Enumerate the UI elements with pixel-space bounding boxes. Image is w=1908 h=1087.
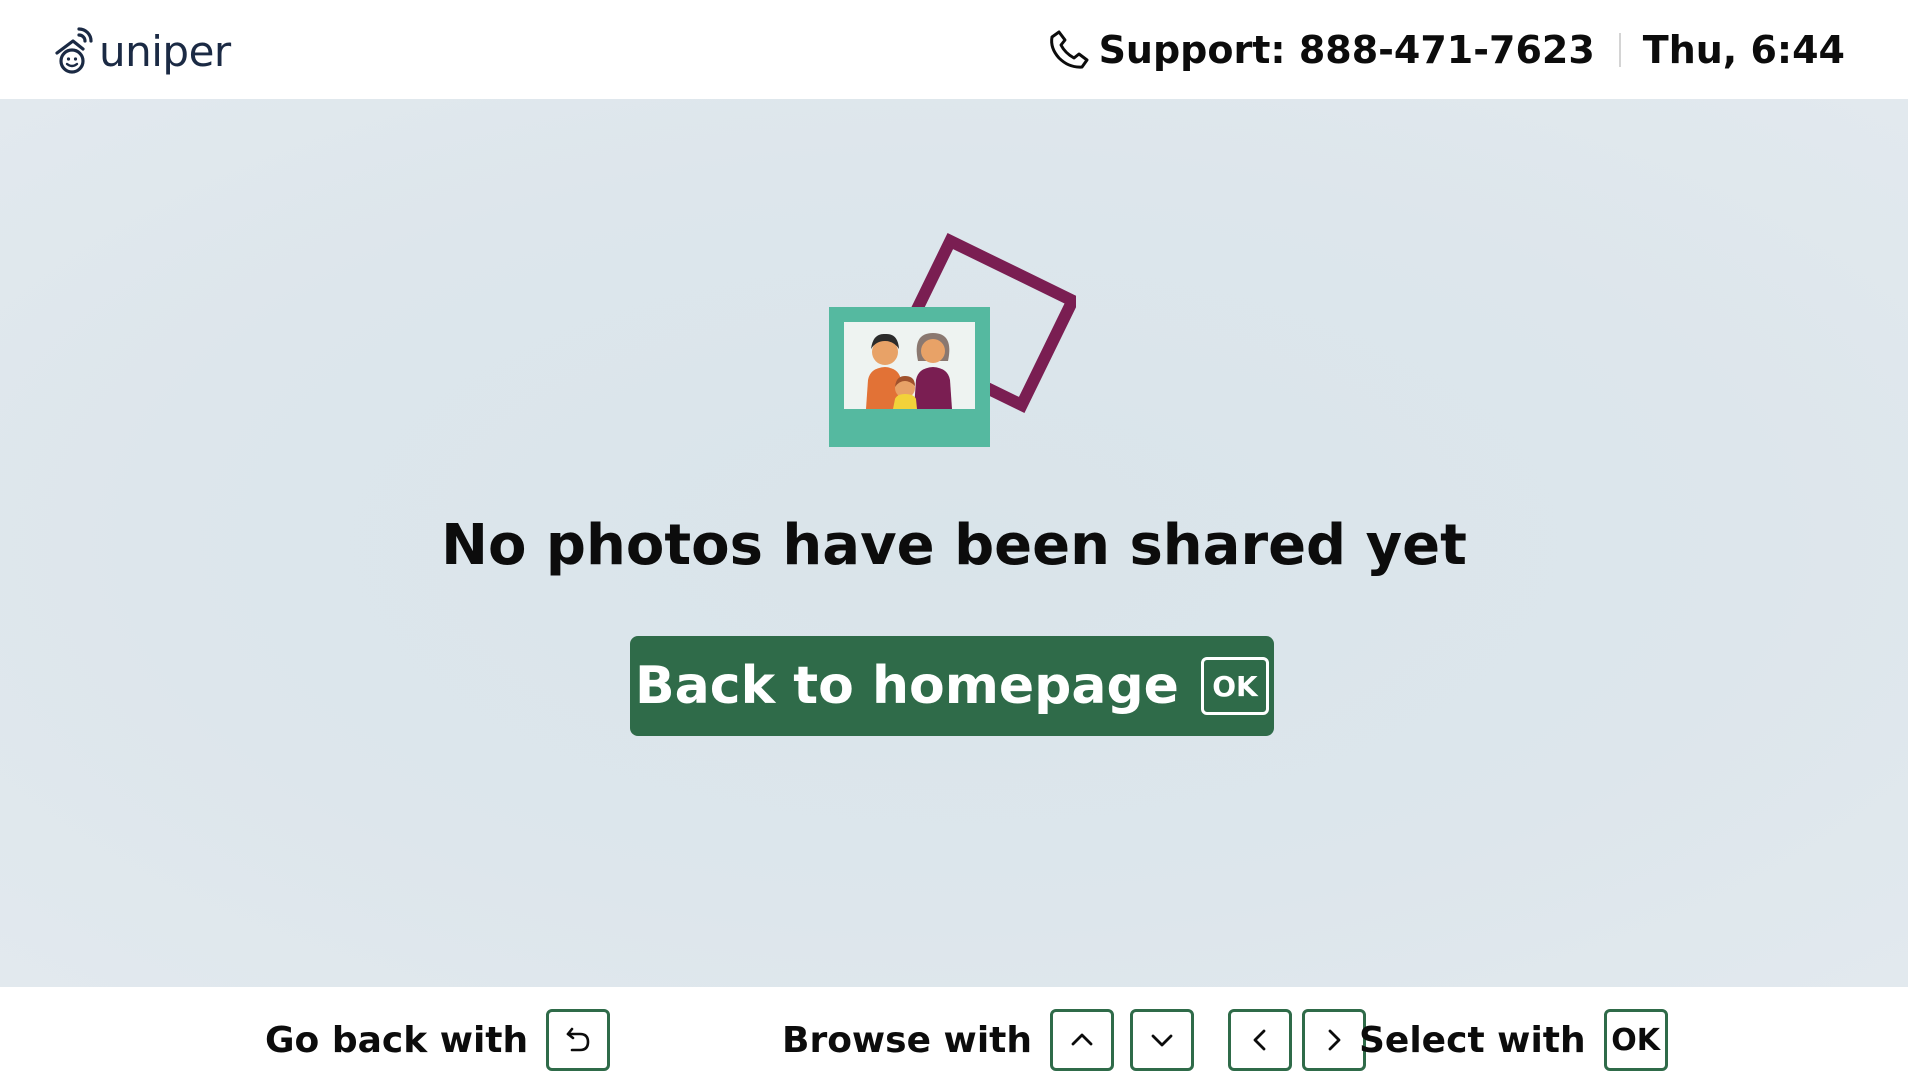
select-hint: Select with OK [1359,1007,1668,1073]
go-back-hint: Go back with [265,1007,611,1073]
family-photos-illustration [829,233,1076,447]
top-bar: uniper Support: 888-471-7623 Thu, 6:44 [0,0,1908,99]
ok-key-label: OK [1611,1022,1660,1058]
chevron-left-icon [1253,1029,1266,1051]
chevron-up-icon [1071,1033,1093,1046]
down-key[interactable] [1130,1009,1194,1071]
chevron-right-icon [1328,1029,1341,1051]
browse-hint: Browse with [782,1007,1366,1073]
undo-arrow-icon [566,1027,590,1052]
header-status: Support: 888-471-7623 Thu, 6:44 [1047,22,1845,78]
up-key[interactable] [1050,1009,1114,1071]
ok-key-hint: OK [1200,657,1269,715]
clock: Thu, 6:44 [1642,28,1845,72]
ok-key[interactable]: OK [1603,1009,1668,1071]
empty-state-message: No photos have been shared yet [441,513,1467,578]
chevron-down-icon [1151,1034,1173,1047]
house-wifi-icon [55,27,93,74]
logo-wordmark: uniper [99,27,231,76]
header-divider [1618,33,1621,67]
support-phone: Support: 888-471-7623 [1098,28,1595,72]
back-key[interactable] [546,1009,611,1071]
uniper-logo: uniper [53,20,231,78]
browse-label: Browse with [782,1019,1032,1061]
back-to-homepage-button[interactable]: Back to homepage OK [630,636,1274,736]
go-back-label: Go back with [265,1019,529,1061]
remote-control-hints: Go back with Browse with Select with OK [0,987,1908,1087]
phone-icon [1049,30,1089,69]
left-key[interactable] [1228,1009,1292,1071]
right-key[interactable] [1302,1009,1366,1071]
select-label: Select with [1359,1019,1586,1061]
home-button-label: Back to homepage [635,656,1179,716]
main-content: No photos have been shared yet Back to h… [0,99,1908,987]
